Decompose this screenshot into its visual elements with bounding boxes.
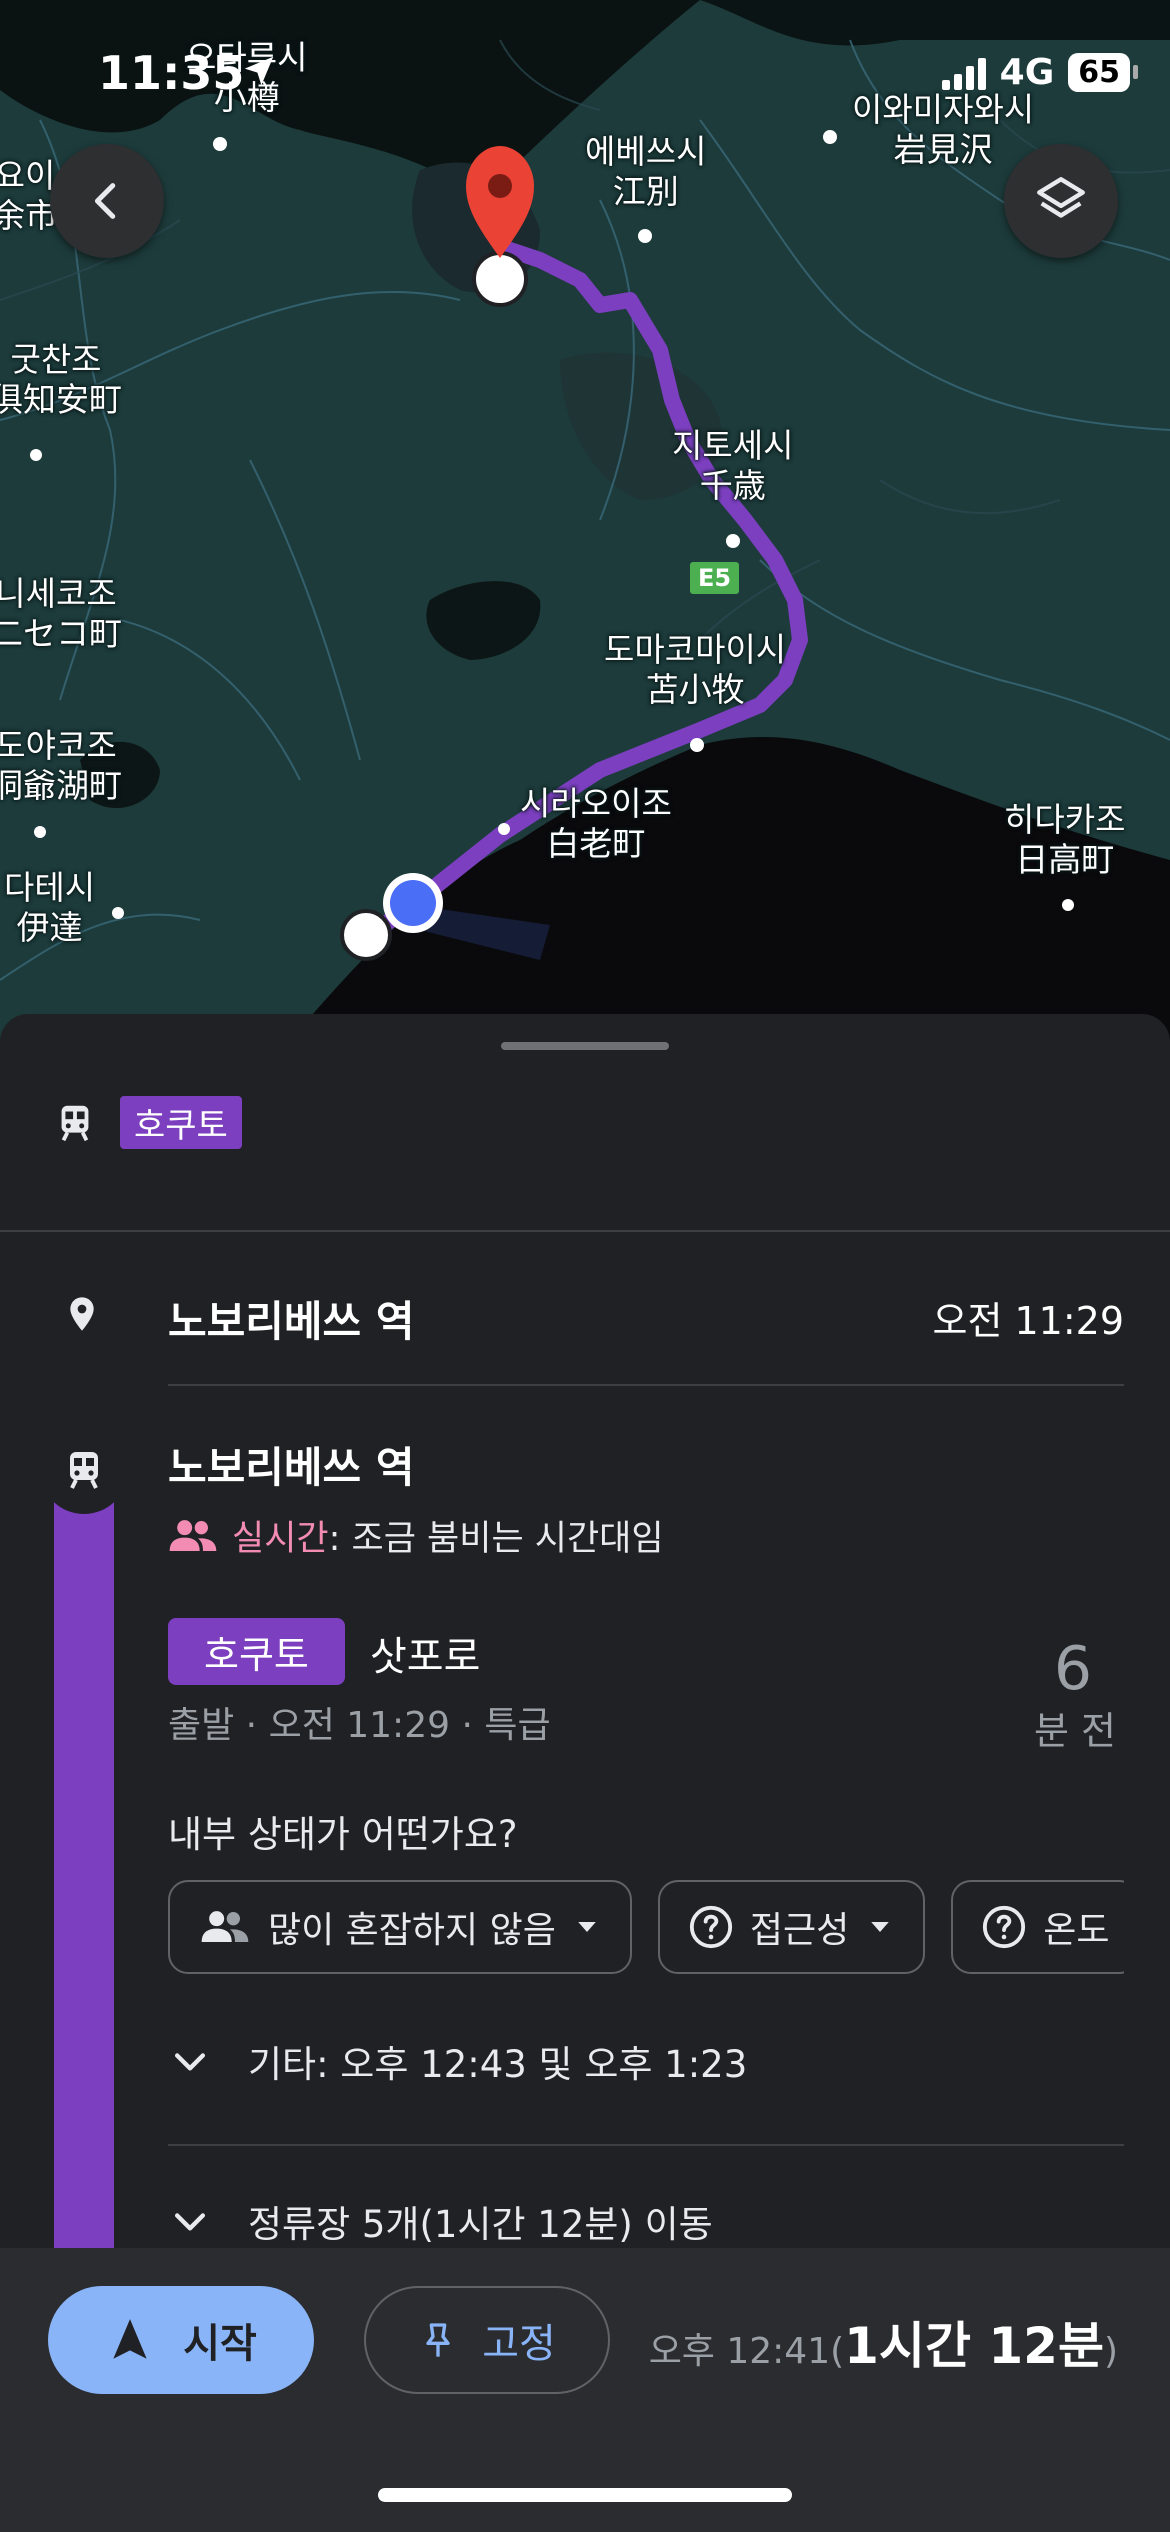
origin-time: 오전 11:29 [932,1299,1124,1343]
layers-icon [1037,177,1085,218]
eta-time: 오후 12:41( [648,2331,845,2372]
chevron-down-icon [174,2213,206,2231]
question-circle-icon [983,1905,1026,1949]
other-times-text: 기타: 오후 12:43 및 오후 1:23 [248,2043,748,2086]
map-label-date: 다테시 伊達 [4,868,96,947]
crowd-text: : 조금 붐비는 시간대임 [328,1519,664,1559]
feedback-chips[interactable]: 많이 혼잡하지 않음 접근성 온도 [168,1880,1124,1976]
map-label-shiraoi: 시라오이조 白老町 [520,784,672,863]
map-label-iwamizawa: 이와미자와시 岩見沢 [852,90,1035,169]
train-stop-marker [40,1426,128,1514]
crowd-live-label: 실시간 [232,1519,329,1559]
feedback-question: 내부 상태가 어떤가요? [168,1813,518,1856]
chevron-left-icon [94,183,116,219]
map-label-chitose: 지토세시 千歳 [672,426,794,505]
stop-name: 노보리베쓰 역 [168,1443,415,1492]
minutes-unit: 분 전 [1034,1709,1116,1753]
train-icon [61,1105,89,1141]
dropdown-arrow-icon [578,1922,596,1932]
divider [0,1230,1170,1232]
map-label-tomakomai: 도마코마이시 苫小牧 [604,630,787,709]
map-label-toyako: 도야코조 洞爺湖町 [0,726,122,805]
sheet-drag-handle[interactable] [501,1042,669,1050]
signal-icon [941,56,986,90]
accessibility-chip-label: 접근성 [749,1910,850,1951]
status-right: 4G 65 [941,52,1138,93]
layers-button[interactable] [1004,144,1118,258]
navigation-arrow-icon [113,2319,147,2359]
map-view[interactable]: 오타루시 小樽 요이 余市 에베쓰시 江別 이와미자와시 岩見沢 굿찬조 俱知安… [0,0,1170,1040]
people-icon [169,1519,217,1551]
other-times-row[interactable]: 기타: 오후 12:43 및 오후 1:23 [168,2034,747,2088]
dropdown-arrow-icon [871,1922,889,1932]
status-time: 11:35 [98,46,245,100]
map-label-hidaka: 히다카조 日高町 [1004,800,1126,879]
departure-line-chip: 호쿠토 [168,1618,345,1685]
start-button[interactable]: 시작 [48,2286,314,2394]
battery-indicator: 65 [1068,53,1138,92]
location-arrow-icon [244,56,274,86]
crowding-chip[interactable]: 많이 혼잡하지 않음 [168,1880,632,1974]
highway-shield: E5 [690,562,740,594]
chevron-down-icon [174,2053,206,2071]
pin-button[interactable]: 고정 [364,2286,610,2394]
eta-duration: 1시간 12분 [844,2317,1104,2375]
accessibility-chip[interactable]: 접근성 [657,1880,926,1974]
question-circle-icon [689,1905,732,1949]
summary-line-chip: 호쿠토 [120,1096,242,1149]
pin-button-label: 고정 [482,2321,556,2367]
divider [168,1384,1124,1386]
eta-close: ) [1103,2331,1118,2372]
map-label-kutchan: 굿찬조 俱知安町 [0,340,122,419]
departure-destination: 삿포로 [370,1634,481,1680]
stops-summary-text: 정류장 5개(1시간 12분) 이동 [248,2203,713,2246]
route-summary: 호쿠토 [52,1096,242,1149]
departure-meta: 출발 · 오전 11:29 · 특급 [168,1705,551,1746]
pushpin-icon [426,2323,450,2357]
crowding-chip-label: 많이 혼잡하지 않음 [268,1910,556,1951]
back-button[interactable] [50,144,164,258]
divider [168,2144,1124,2146]
people-icon [201,1911,249,1942]
map-label-ebetsu: 에베쓰시 江別 [585,132,707,211]
home-indicator[interactable] [378,2488,792,2502]
temperature-chip[interactable]: 온도 [951,1880,1124,1974]
network-type: 4G [999,52,1055,93]
place-pin-icon [70,1297,94,1331]
transit-line-rail [54,1494,114,2264]
stops-summary-row[interactable]: 정류장 5개(1시간 12분) 이동 [168,2194,713,2248]
origin-name: 노보리베쓰 역 [168,1297,415,1346]
train-icon [70,1452,98,1489]
origin-row[interactable]: 노보리베쓰 역 오전 11:29 [0,1268,1170,1358]
temperature-chip-label: 온도 [1043,1910,1110,1951]
eta-summary: 오후 12:41(1시간 12분) [649,2306,1118,2378]
minutes-value: 6 [1053,1634,1093,1704]
start-button-label: 시작 [183,2321,257,2367]
map-label-niseko: 니세코조 二セコ町 [0,574,122,653]
crowd-status: 실시간: 조금 붐비는 시간대임 [168,1510,664,1561]
